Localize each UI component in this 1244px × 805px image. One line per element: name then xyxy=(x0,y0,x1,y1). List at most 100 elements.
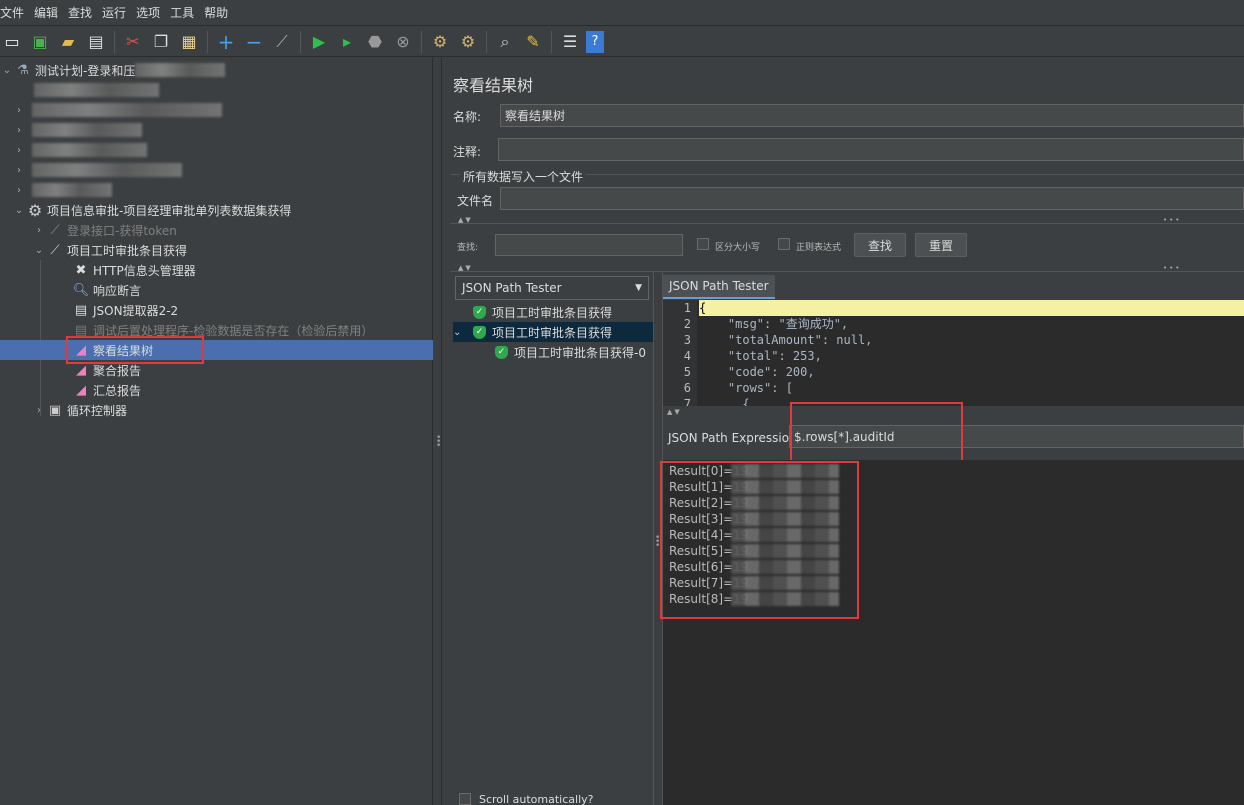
split-divider[interactable]: • • • xyxy=(434,58,442,805)
comment-field[interactable] xyxy=(498,138,1244,161)
redacted-text xyxy=(731,512,839,526)
collapse-arrows-icon[interactable]: ▲▼ xyxy=(667,408,682,416)
menu-tools[interactable]: 工具 xyxy=(165,4,199,21)
tree-row-assertion[interactable]: 🔍︎ 响应断言 xyxy=(0,280,433,300)
chevron-right-icon[interactable]: › xyxy=(12,105,26,116)
chevron-right-icon[interactable]: › xyxy=(12,125,26,136)
result-line: Result[7]=19 xyxy=(669,575,1238,591)
find-button[interactable]: 查找 xyxy=(854,233,906,257)
tree-row-redacted[interactable]: › xyxy=(0,140,433,160)
redacted-text xyxy=(731,528,839,542)
tree-row-aggregate[interactable]: ◢ 聚合报告 xyxy=(0,360,433,380)
toolbar-separator xyxy=(421,30,422,53)
scroll-auto-label: Scroll automatically? xyxy=(479,793,594,805)
tree-row-json-extractor[interactable]: ▤ JSON提取器2-2 xyxy=(0,300,433,320)
clear-all-icon[interactable]: ⚙ xyxy=(456,30,480,54)
clear-icon[interactable]: ⚙ xyxy=(428,30,452,54)
regex-checkbox[interactable] xyxy=(778,238,790,250)
menu-file[interactable]: 文件 xyxy=(0,4,29,21)
cut-icon[interactable]: ✂ xyxy=(121,30,145,54)
result-line: Result[6]=19 xyxy=(669,559,1238,575)
shield-check-icon: ✓ xyxy=(495,345,508,359)
chevron-right-icon[interactable]: › xyxy=(32,225,46,236)
chevron-right-icon[interactable]: › xyxy=(12,145,26,156)
response-json-viewer[interactable]: 1 2 3 4 5 6 7 { "msg": "查询成功", "totalAmo… xyxy=(663,300,1244,406)
tree-row-debug-post[interactable]: ▤ 调试后置处理程序-检验数据是否存在（检验后禁用） xyxy=(0,320,433,340)
expand-icon[interactable]: + xyxy=(214,30,238,54)
result-line: Result[1]=19 xyxy=(669,479,1238,495)
chevron-down-icon[interactable]: ⌄ xyxy=(0,65,14,76)
tree-row-thread-group[interactable]: ⌄ ⚙ 项目信息审批-项目经理审批单列表数据集获得 xyxy=(0,200,433,220)
reset-search-icon[interactable]: ✎ xyxy=(521,30,545,54)
chevron-down-icon[interactable]: ⌄ xyxy=(32,245,46,256)
menu-edit[interactable]: 编辑 xyxy=(29,4,63,21)
tree-row-view-results[interactable]: ◢ 察看结果树 xyxy=(0,340,433,360)
save-icon[interactable]: ▤ xyxy=(84,30,108,54)
tree-row-redacted[interactable]: › xyxy=(0,120,433,140)
new-icon[interactable]: ▭ xyxy=(0,30,24,54)
search-icon[interactable]: ⌕ xyxy=(493,30,517,54)
flask-icon: ⚗ xyxy=(17,62,29,78)
chevron-right-icon[interactable]: › xyxy=(12,185,26,196)
chart-icon: ◢ xyxy=(76,342,86,358)
toolbar-separator xyxy=(300,30,301,53)
chevron-right-icon[interactable]: › xyxy=(12,165,26,176)
stop-icon[interactable]: ⬣ xyxy=(363,30,387,54)
menu-run[interactable]: 运行 xyxy=(97,4,131,21)
copy-icon[interactable]: ❐ xyxy=(149,30,173,54)
magnifier-icon: 🔍︎ xyxy=(72,282,90,298)
redacted-text xyxy=(32,103,222,117)
result-line: Result[0]=19 xyxy=(669,463,1238,479)
redacted-text xyxy=(731,576,839,590)
drag-handle-icon[interactable]: • • • xyxy=(655,534,660,551)
result-item[interactable]: ⌄ ✓ 项目工时审批条目获得 xyxy=(453,322,653,342)
tree-row-redacted[interactable]: › xyxy=(0,160,433,180)
case-sensitive-label: 区分大小写 xyxy=(715,243,761,253)
tree-row-login[interactable]: › ⟋ 登录接口-获得token xyxy=(0,220,433,240)
json-path-results[interactable]: Result[0]=19 Result[1]=19 Result[2]=19 R… xyxy=(663,460,1244,805)
redacted-text xyxy=(731,560,839,574)
shutdown-icon[interactable]: ⊗ xyxy=(391,30,415,54)
menu-search[interactable]: 查找 xyxy=(63,4,97,21)
case-sensitive-checkbox[interactable] xyxy=(697,238,709,250)
chevron-down-icon[interactable]: ⌄ xyxy=(12,205,26,216)
collapse-icon[interactable]: − xyxy=(242,30,266,54)
help-icon[interactable]: ? xyxy=(586,30,604,53)
toolbar-separator xyxy=(486,30,487,53)
name-field[interactable] xyxy=(500,104,1244,127)
function-helper-icon[interactable]: ☰ xyxy=(558,30,582,54)
tree-row-loop[interactable]: › ▣ 循环控制器 xyxy=(0,400,433,420)
tree-row-redacted[interactable]: › xyxy=(0,100,433,120)
result-item[interactable]: ✓ 项目工时审批条目获得-0 xyxy=(495,342,646,362)
json-path-expression-input[interactable] xyxy=(789,425,1244,448)
chevron-down-icon: ▼ xyxy=(635,283,642,293)
tree-row-summary[interactable]: ◢ 汇总报告 xyxy=(0,380,433,400)
tree-row-sampler[interactable]: ⌄ ⟋ 项目工时审批条目获得 xyxy=(0,240,433,260)
open-icon[interactable]: ▰ xyxy=(56,30,80,54)
tab-json-path-tester[interactable]: JSON Path Tester xyxy=(663,275,775,299)
result-item[interactable]: ✓ 项目工时审批条目获得 xyxy=(473,302,612,322)
scroll-auto-checkbox[interactable] xyxy=(459,793,471,805)
reset-button[interactable]: 重置 xyxy=(915,233,967,257)
paste-icon[interactable]: ▦ xyxy=(177,30,201,54)
menu-bar: 文件 编辑 查找 运行 选项 工具 帮助 xyxy=(0,0,1244,26)
tree-row-redacted[interactable]: › xyxy=(0,180,433,200)
tree-row-test-plan[interactable]: ⌄ ⚗ 测试计划-登录和压 xyxy=(0,60,433,80)
menu-help[interactable]: 帮助 xyxy=(199,4,233,21)
line-number-gutter: 1 2 3 4 5 6 7 xyxy=(663,300,697,406)
chevron-down-icon[interactable]: ⌄ xyxy=(453,327,473,338)
search-input[interactable] xyxy=(495,234,683,256)
menu-options[interactable]: 选项 xyxy=(131,4,165,21)
templates-icon[interactable]: ▣ xyxy=(28,30,52,54)
shield-check-icon: ✓ xyxy=(473,305,486,319)
toggle-icon[interactable]: ⟋ xyxy=(270,30,294,54)
drag-handle-icon: • • • xyxy=(436,433,442,451)
start-no-pause-icon[interactable]: ▸ xyxy=(335,30,359,54)
json-text: { "msg": "查询成功", "totalAmount": null, "t… xyxy=(699,300,1244,406)
renderer-select[interactable]: JSON Path Tester ▼ xyxy=(455,276,649,300)
page-title: 察看结果树 xyxy=(453,76,534,95)
filename-field[interactable] xyxy=(500,187,1244,210)
chevron-right-icon[interactable]: › xyxy=(32,405,46,416)
start-icon[interactable]: ▶ xyxy=(307,30,331,54)
tree-row-header-manager[interactable]: ✖ HTTP信息头管理器 xyxy=(0,260,433,280)
